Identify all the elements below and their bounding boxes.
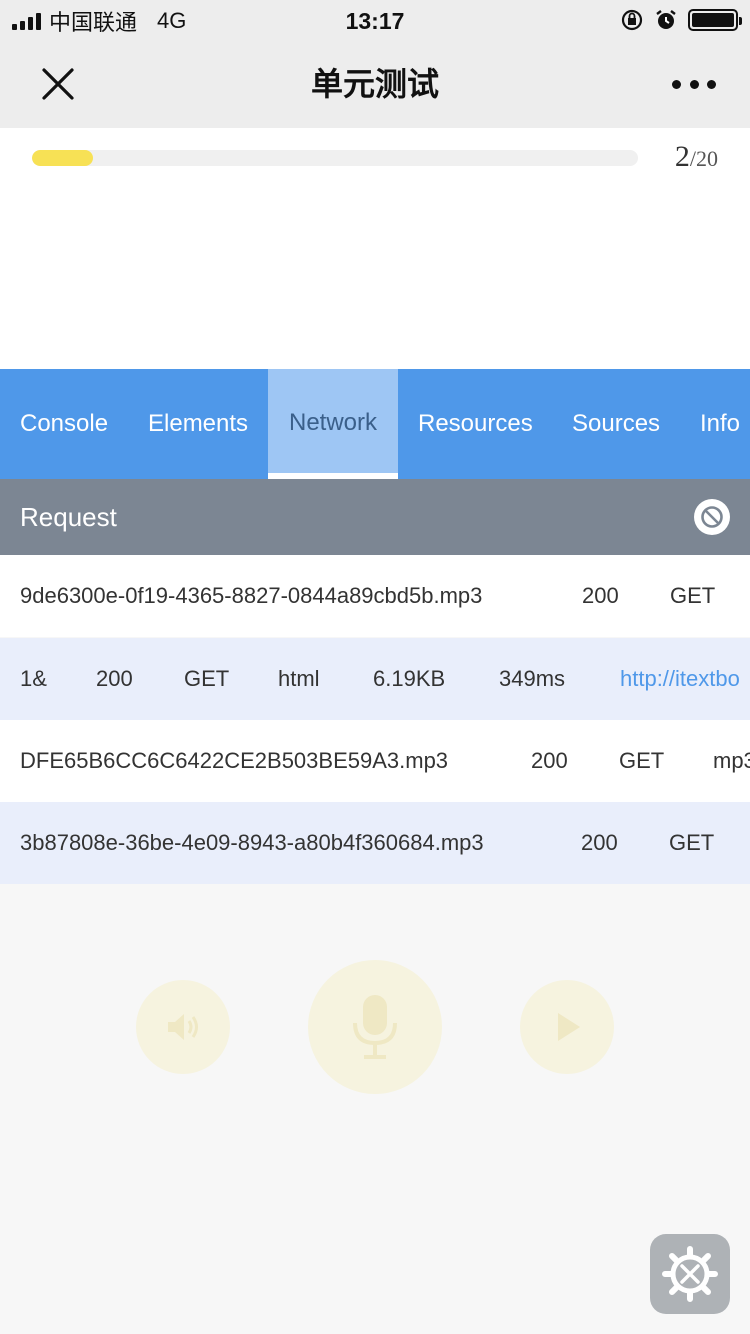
- request-header-label: Request: [20, 502, 117, 532]
- progress-total: /20: [689, 146, 718, 171]
- page-title: 单元测试: [310, 66, 439, 102]
- settings-gear-icon[interactable]: [650, 1234, 730, 1314]
- progress-bar: [32, 150, 638, 166]
- request-status: 200: [531, 748, 568, 773]
- request-method: GET: [184, 666, 230, 691]
- request-status: 200: [582, 583, 619, 608]
- request-row[interactable]: 3b87808e-36be-4e09-8943-a80b4f360684.mp3…: [0, 802, 750, 884]
- more-dots-icon[interactable]: [672, 72, 716, 96]
- speaker-icon[interactable]: [136, 980, 230, 1074]
- quiz-progress-area: 2/20: [0, 128, 750, 369]
- progress-counter: 2/20: [675, 140, 718, 174]
- request-method: GET: [670, 583, 716, 608]
- request-size: 6.19KB: [373, 666, 446, 691]
- devtools-tabbar: Console Elements Network Resources Sourc…: [0, 369, 750, 479]
- request-type: mp3: [713, 748, 750, 773]
- request-url-link[interactable]: http://itextbo: [620, 638, 740, 720]
- request-method: GET: [619, 748, 665, 773]
- play-icon[interactable]: [520, 980, 614, 1074]
- request-status: 200: [581, 830, 618, 855]
- tab-resources[interactable]: Resources: [418, 369, 533, 479]
- request-name: 1&: [20, 666, 47, 691]
- tab-sources[interactable]: Sources: [572, 369, 660, 479]
- request-row[interactable]: DFE65B6CC6C6422CE2B503BE59A3.mp3 200 GET…: [0, 720, 750, 802]
- request-method: GET: [669, 830, 715, 855]
- progress-fill: [32, 150, 93, 166]
- request-time: 349ms: [499, 666, 566, 691]
- tab-console[interactable]: Console: [20, 369, 108, 479]
- request-row[interactable]: 9de6300e-0f19-4365-8827-0844a89cbd5b.mp3…: [0, 555, 750, 637]
- rotation-lock-icon: [621, 9, 643, 31]
- request-row[interactable]: 1& 200 GET html 6.19KB 349ms http://itex…: [0, 638, 750, 720]
- clear-icon[interactable]: [694, 499, 730, 535]
- request-header: Request: [0, 479, 750, 555]
- status-right: [620, 8, 742, 32]
- nav-bar: 单元测试: [0, 42, 750, 128]
- tab-info[interactable]: Info: [700, 369, 740, 479]
- request-name: 9de6300e-0f19-4365-8827-0844a89cbd5b.mp3: [20, 583, 483, 608]
- request-status: 200: [96, 666, 133, 691]
- status-bar: 中国联通 4G 13:17: [0, 0, 750, 42]
- tab-elements[interactable]: Elements: [148, 369, 248, 479]
- request-name: 3b87808e-36be-4e09-8943-a80b4f360684.mp3: [20, 830, 484, 855]
- alarm-icon: [656, 10, 676, 29]
- audio-controls-area: [0, 884, 750, 1334]
- progress-current: 2: [674, 140, 690, 173]
- request-name: DFE65B6CC6C6422CE2B503BE59A3.mp3: [20, 748, 449, 773]
- battery-icon: [688, 9, 742, 31]
- tab-network[interactable]: Network: [268, 369, 398, 479]
- microphone-icon[interactable]: [308, 960, 442, 1094]
- request-type: html: [278, 666, 320, 691]
